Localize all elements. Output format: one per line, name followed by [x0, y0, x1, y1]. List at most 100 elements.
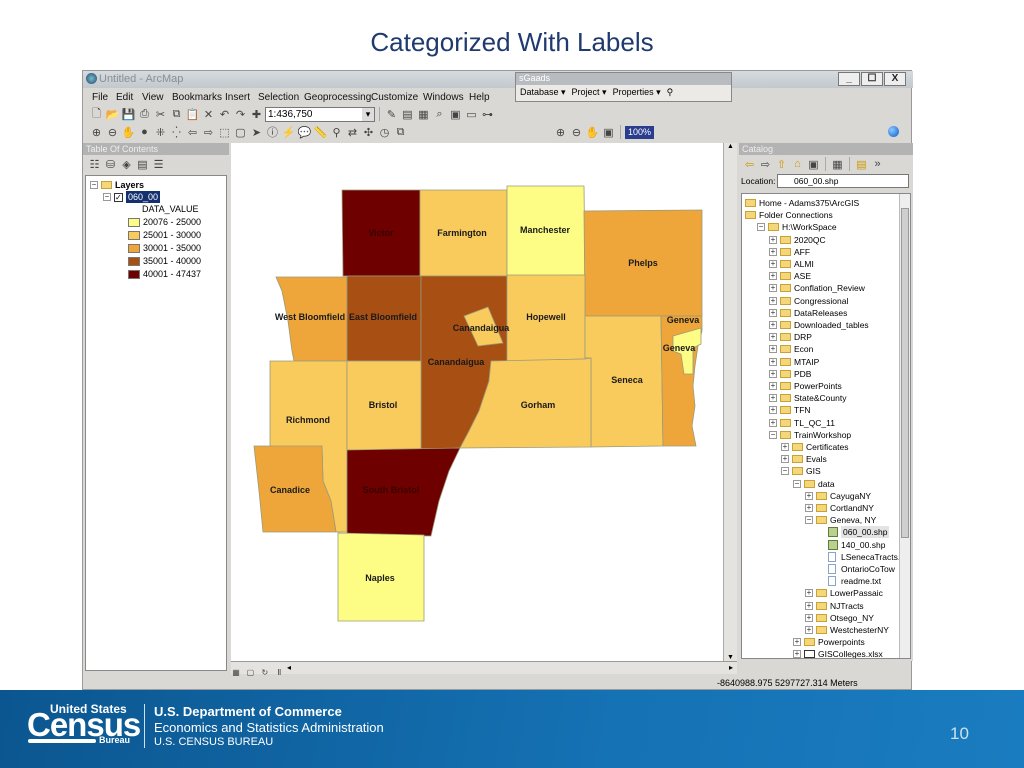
- save-icon[interactable]: 💾: [121, 107, 136, 122]
- catalog-item[interactable]: LSenecaTracts.: [817, 551, 900, 563]
- menu-customize[interactable]: Customize: [371, 92, 418, 103]
- catalog-item[interactable]: − GIS: [781, 465, 821, 477]
- find-route-icon[interactable]: ⇄: [345, 125, 360, 140]
- views-icon[interactable]: ▦: [830, 157, 845, 172]
- menu-windows[interactable]: Windows: [423, 92, 464, 103]
- expand-toggle[interactable]: +: [769, 333, 777, 342]
- collapse-toggle[interactable]: −: [103, 193, 111, 201]
- measure-icon[interactable]: 📏: [313, 125, 328, 140]
- pan-icon[interactable]: ✋: [121, 125, 136, 140]
- print-icon[interactable]: ⎙: [137, 107, 152, 122]
- open-icon[interactable]: 📂: [105, 107, 120, 122]
- catalog-item[interactable]: + CayugaNY: [805, 490, 871, 502]
- time-slider-icon[interactable]: ◷: [377, 125, 392, 140]
- catalog-item[interactable]: + Econ: [769, 343, 813, 355]
- catalog-item[interactable]: + CortlandNY: [805, 502, 874, 514]
- catalog-item[interactable]: +2020QC: [769, 234, 826, 246]
- python-icon[interactable]: ▭: [464, 107, 479, 122]
- expand-toggle[interactable]: +: [769, 272, 777, 281]
- goto-xy-icon[interactable]: ✣: [361, 125, 376, 140]
- zoom-percent-field[interactable]: 100%: [625, 125, 655, 139]
- expand-toggle[interactable]: +: [769, 284, 777, 293]
- catalog-item[interactable]: Folder Connections: [745, 209, 833, 221]
- list-by-drawing-order-icon[interactable]: ☷: [87, 157, 102, 172]
- menu-insert[interactable]: Insert: [225, 92, 250, 103]
- layers-root[interactable]: Layers: [115, 179, 144, 191]
- layer-name[interactable]: 060_00: [126, 191, 161, 203]
- collapse-toggle[interactable]: −: [781, 467, 789, 476]
- delete-icon[interactable]: ✕: [201, 107, 216, 122]
- database-menu[interactable]: Database ▾: [520, 87, 566, 98]
- legend-item[interactable]: 25001 - 30000: [128, 229, 201, 241]
- menu-bookmarks[interactable]: Bookmarks: [172, 92, 222, 103]
- catalog-icon[interactable]: ▦: [416, 107, 431, 122]
- add-data-icon[interactable]: ✚: [249, 107, 264, 122]
- create-viewer-icon[interactable]: ⧉: [393, 125, 408, 140]
- catalog-item[interactable]: + TFN: [769, 404, 811, 416]
- find-icon[interactable]: ⚲: [329, 125, 344, 140]
- clear-selection-icon[interactable]: ▢: [233, 125, 248, 140]
- scroll-right-icon[interactable]: ▸: [729, 663, 733, 672]
- arctoolbox-icon[interactable]: ▣: [448, 107, 463, 122]
- map-scale-field[interactable]: 1:436,750: [265, 106, 375, 122]
- catalog-item[interactable]: + State&County: [769, 392, 846, 404]
- identify-icon[interactable]: ⓘ: [265, 125, 280, 140]
- tool-icon[interactable]: ⚲: [667, 87, 674, 98]
- expand-toggle[interactable]: +: [769, 235, 777, 244]
- expand-toggle[interactable]: +: [781, 455, 789, 464]
- expand-toggle[interactable]: +: [805, 601, 813, 610]
- home-icon[interactable]: ⌂: [790, 157, 805, 172]
- fixed-zoom-out-icon[interactable]: ⁛: [169, 125, 184, 140]
- minimize-button[interactable]: _: [838, 72, 860, 86]
- select-features-icon[interactable]: ⬚: [217, 125, 232, 140]
- catalog-item[interactable]: − TrainWorkshop: [769, 429, 851, 441]
- catalog-item[interactable]: readme.txt: [817, 575, 881, 587]
- layer-visibility-checkbox[interactable]: ✓: [114, 192, 123, 202]
- properties-menu[interactable]: Properties ▾: [613, 87, 661, 98]
- undo-icon[interactable]: ↶: [217, 107, 232, 122]
- expand-toggle[interactable]: +: [805, 504, 813, 512]
- collapse-toggle[interactable]: −: [793, 479, 801, 488]
- catalog-item[interactable]: + Evals: [781, 453, 827, 465]
- catalog-item[interactable]: + Powerpoints: [793, 636, 865, 648]
- map-view[interactable]: Victor Farmington Manchester Phelps West Bl…: [231, 143, 723, 661]
- options-icon[interactable]: ☰: [151, 157, 166, 172]
- catalog-item[interactable]: 060_00.shp: [817, 526, 890, 539]
- expand-toggle[interactable]: +: [769, 406, 777, 415]
- collapse-toggle[interactable]: −: [757, 223, 765, 232]
- html-popup-icon[interactable]: 💬: [297, 125, 312, 140]
- editor-icon[interactable]: ✎: [384, 107, 399, 122]
- catalog-item[interactable]: + PowerPoints: [769, 380, 842, 392]
- expand-toggle[interactable]: +: [769, 260, 777, 268]
- more-icon[interactable]: »: [870, 157, 885, 172]
- model-icon[interactable]: ⊶: [480, 107, 495, 122]
- expand-toggle[interactable]: +: [793, 650, 801, 658]
- map-horizontal-scrollbar[interactable]: ▦ ▢ ↻ Ⅱ ◂ ▸: [231, 661, 737, 677]
- collapse-toggle[interactable]: −: [90, 181, 98, 189]
- search-icon[interactable]: ⌕: [432, 107, 447, 122]
- expand-toggle[interactable]: +: [793, 638, 801, 647]
- menu-view[interactable]: View: [142, 92, 164, 103]
- up-one-level-icon[interactable]: ⇧: [774, 157, 789, 172]
- expand-toggle[interactable]: +: [769, 296, 777, 305]
- forward-icon[interactable]: ⇨: [758, 157, 773, 172]
- list-by-visibility-icon[interactable]: ◈: [119, 157, 134, 172]
- catalog-item[interactable]: + TL_QC_11: [769, 417, 835, 429]
- layout-zoom-in-icon[interactable]: ⊕: [553, 125, 568, 140]
- expand-toggle[interactable]: +: [805, 589, 813, 598]
- expand-toggle[interactable]: +: [805, 491, 813, 500]
- expand-toggle[interactable]: +: [769, 369, 777, 378]
- hyperlink-icon[interactable]: ⚡: [281, 125, 296, 140]
- expand-toggle[interactable]: +: [769, 321, 777, 329]
- expand-toggle[interactable]: +: [769, 357, 777, 366]
- catalog-item[interactable]: + Otsego_NY: [805, 612, 874, 624]
- zoom-whole-page-icon[interactable]: ▣: [601, 125, 616, 140]
- list-by-source-icon[interactable]: ⛁: [103, 157, 118, 172]
- cut-icon[interactable]: ✂: [153, 107, 168, 122]
- expand-toggle[interactable]: +: [769, 382, 777, 390]
- catalog-item[interactable]: + WestchesterNY: [805, 624, 889, 636]
- catalog-item[interactable]: + Conflation_Review: [769, 282, 865, 294]
- catalog-item[interactable]: − H:\WorkSpace: [757, 221, 837, 233]
- catalog-item[interactable]: + Congressional: [769, 295, 848, 307]
- forward-icon[interactable]: ⇨: [201, 125, 216, 140]
